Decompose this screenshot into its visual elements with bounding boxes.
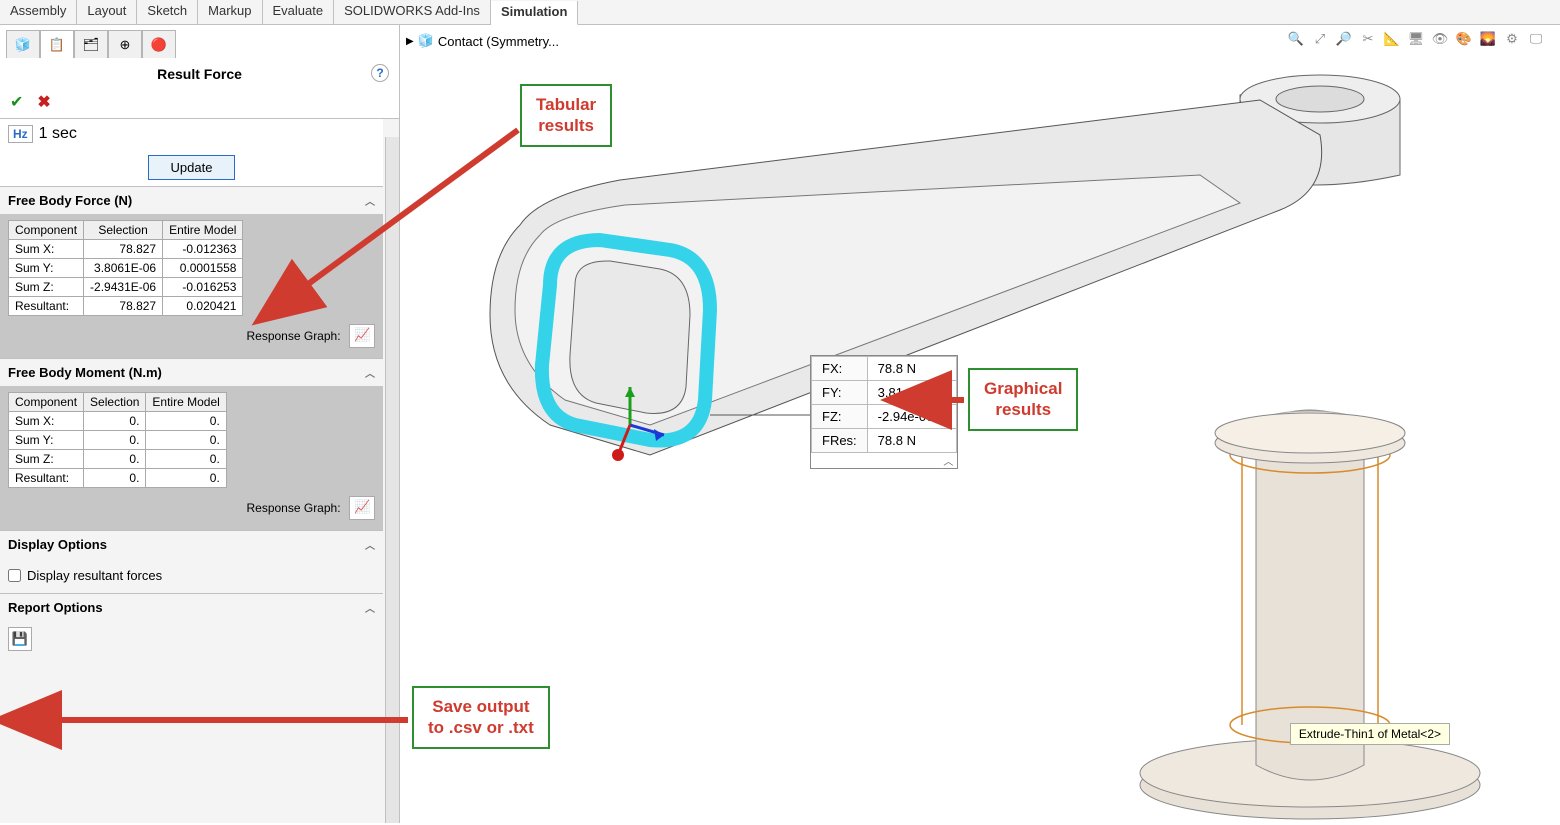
tab-markup[interactable]: Markup — [198, 0, 262, 24]
chevron-up-icon[interactable]: ︿ — [811, 453, 957, 468]
section-view-icon[interactable]: ✂ — [1358, 29, 1378, 49]
time-row: Hz 1 sec — [0, 119, 383, 149]
chevron-up-icon: ︿ — [365, 537, 375, 552]
section-moment-header[interactable]: Free Body Moment (N.m) ︿ — [0, 359, 383, 386]
chevron-up-icon: ︿ — [365, 365, 375, 380]
tab-simulation[interactable]: Simulation — [491, 1, 578, 25]
table-row: Sum Y:3.8061E-060.0001558 — [9, 259, 243, 278]
display-style-icon[interactable]: 🖥 — [1406, 29, 1426, 49]
pm-tab-appearance[interactable]: 🔴 — [142, 30, 176, 58]
hide-show-icon[interactable]: 👁 — [1430, 29, 1450, 49]
table-row: Sum X:0.0. — [9, 412, 227, 431]
breadcrumb[interactable]: ▶ 🧊 Contact (Symmetry... — [406, 33, 559, 49]
table-row: Sum Z:0.0. — [9, 450, 227, 469]
property-manager: 🧊 📋 🗂 ⊕ 🔴 Result Force ? ✔ ✖ Hz 1 sec Up… — [0, 25, 400, 823]
col-entire: Entire Model — [163, 221, 243, 240]
tab-layout[interactable]: Layout — [77, 0, 137, 24]
col-component: Component — [9, 221, 84, 240]
breadcrumb-arrow-icon: ▶ — [406, 36, 414, 47]
pm-tab-config[interactable]: 🗂 — [74, 30, 108, 58]
section-display-header[interactable]: Display Options ︿ — [0, 531, 383, 558]
assembly-icon: 🧊 — [418, 33, 434, 49]
chevron-up-icon: ︿ — [365, 600, 375, 615]
table-row: Sum Y:0.0. — [9, 431, 227, 450]
tab-sketch[interactable]: Sketch — [137, 0, 198, 24]
screen-icon[interactable]: 🖵 — [1526, 29, 1546, 49]
result-force-tooltip[interactable]: FX:78.8 N FY:3.81e-06 N FZ:-2.94e-06 N F… — [810, 355, 958, 469]
pm-tab-property[interactable]: 📋 — [40, 30, 74, 58]
moment-response-row: Response Graph: — [8, 488, 375, 524]
scene-icon[interactable]: 🌄 — [1478, 29, 1498, 49]
tab-assembly[interactable]: Assembly — [0, 0, 77, 24]
callout-save: Save output to .csv or .txt — [412, 686, 550, 749]
response-graph-button[interactable] — [349, 324, 375, 348]
force-table: Component Selection Entire Model Sum X:7… — [8, 220, 243, 316]
scrollbar[interactable] — [385, 137, 399, 823]
moment-table: Component Selection Entire Model Sum X:0… — [8, 392, 227, 488]
section-display-title: Display Options — [8, 537, 107, 552]
pm-tab-dim[interactable]: ⊕ — [108, 30, 142, 58]
section-moment-title: Free Body Moment (N.m) — [8, 365, 162, 380]
update-button[interactable]: Update — [148, 155, 236, 180]
force-response-row: Response Graph: — [8, 316, 375, 352]
time-value: 1 sec — [39, 125, 77, 143]
table-row: Sum Z:-2.9431E-06-0.016253 — [9, 278, 243, 297]
pm-tab-feature[interactable]: 🧊 — [6, 30, 40, 58]
pm-confirm-row: ✔ ✖ — [0, 88, 399, 119]
tab-addins[interactable]: SOLIDWORKS Add-Ins — [334, 0, 491, 24]
zoom-area-icon[interactable]: ⤢ — [1310, 29, 1330, 49]
cancel-icon[interactable]: ✖ — [37, 92, 50, 112]
update-row: Update — [0, 149, 383, 186]
view-orient-icon[interactable]: 📐 — [1382, 29, 1402, 49]
table-row: Sum X:78.827-0.012363 — [9, 240, 243, 259]
view-settings-icon[interactable]: ⚙ — [1502, 29, 1522, 49]
callout-graphical: Graphical results — [968, 368, 1078, 431]
prev-view-icon[interactable]: 🔎 — [1334, 29, 1354, 49]
ribbon: Assembly Layout Sketch Markup Evaluate S… — [0, 0, 1560, 25]
tab-evaluate[interactable]: Evaluate — [263, 0, 335, 24]
heads-up-toolbar: 🔍 ⤢ 🔎 ✂ 📐 🖥 👁 🎨 🌄 ⚙ 🖵 — [1286, 29, 1546, 49]
chevron-up-icon: ︿ — [365, 193, 375, 208]
hz-icon: Hz — [8, 125, 33, 143]
pm-title-text: Result Force — [157, 66, 242, 82]
col-selection: Selection — [84, 221, 163, 240]
help-icon[interactable]: ? — [371, 64, 389, 82]
feature-tooltip: Extrude-Thin1 of Metal<2> — [1290, 723, 1450, 745]
table-row: Resultant:0.0. — [9, 469, 227, 488]
section-force-title: Free Body Force (N) — [8, 193, 132, 208]
response-label: Response Graph: — [246, 329, 340, 343]
display-resultant-checkbox[interactable]: Display resultant forces — [8, 564, 375, 587]
appearance-icon[interactable]: 🎨 — [1454, 29, 1474, 49]
save-report-button[interactable]: 💾 — [8, 627, 32, 651]
pm-title: Result Force ? — [0, 58, 399, 88]
zoom-fit-icon[interactable]: 🔍 — [1286, 29, 1306, 49]
accept-icon[interactable]: ✔ — [10, 92, 23, 112]
callout-tabular: Tabular results — [520, 84, 612, 147]
checkbox-input[interactable] — [8, 569, 21, 582]
table-row: Resultant:78.8270.020421 — [9, 297, 243, 316]
breadcrumb-text: Contact (Symmetry... — [438, 34, 559, 49]
response-label: Response Graph: — [246, 501, 340, 515]
checkbox-label: Display resultant forces — [27, 568, 162, 583]
pm-tab-row: 🧊 📋 🗂 ⊕ 🔴 — [0, 25, 399, 58]
section-report-title: Report Options — [8, 600, 103, 615]
section-report-header[interactable]: Report Options ︿ — [0, 594, 383, 621]
response-graph-button[interactable] — [349, 496, 375, 520]
section-force-header[interactable]: Free Body Force (N) ︿ — [0, 187, 383, 214]
